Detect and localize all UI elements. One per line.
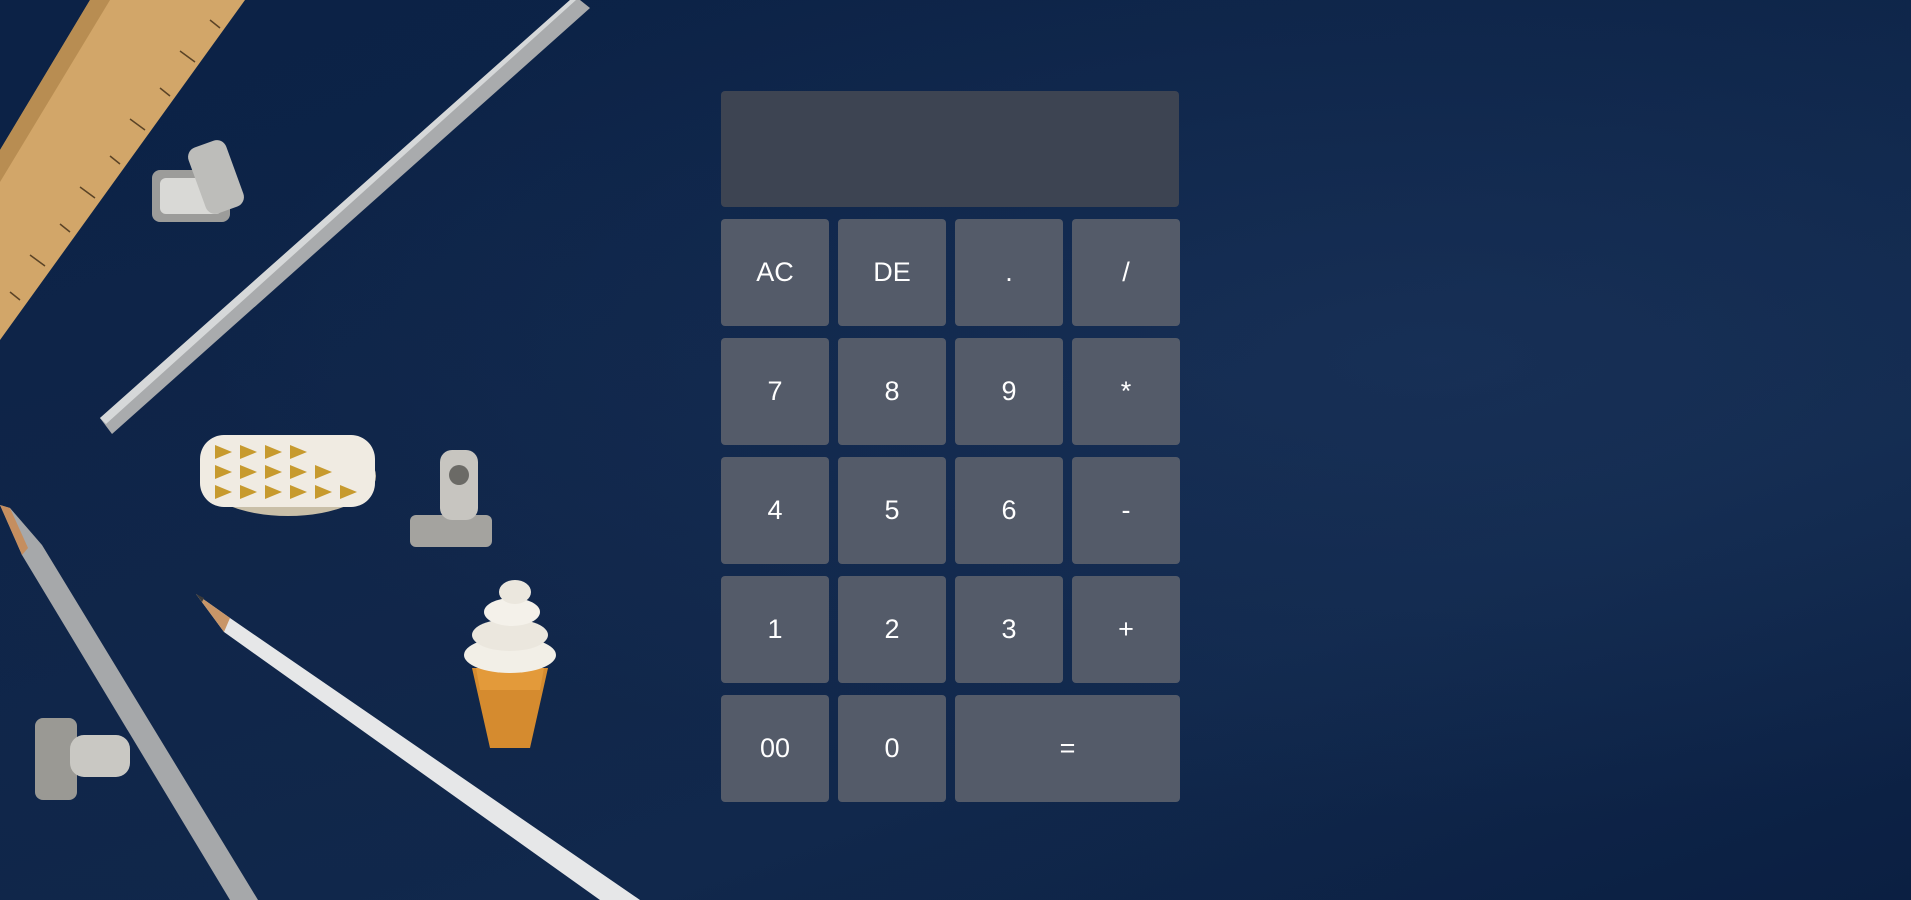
digit-1-button[interactable]: 1 [721,576,829,683]
digit-8-button[interactable]: 8 [838,338,946,445]
decimal-point-button[interactable]: . [955,219,1063,326]
equals-button[interactable]: = [955,695,1180,802]
digit-9-button[interactable]: 9 [955,338,1063,445]
digit-7-button[interactable]: 7 [721,338,829,445]
digit-5-button[interactable]: 5 [838,457,946,564]
binder-clip-decoration [35,718,130,800]
double-zero-button[interactable]: 00 [721,695,829,802]
pencil-decoration [0,505,258,900]
calculator: AC DE . / 7 8 9 * 4 5 6 - 1 2 3 + 00 0 = [721,91,1180,802]
subtract-button[interactable]: - [1072,457,1180,564]
all-clear-button[interactable]: AC [721,219,829,326]
calculator-display [721,91,1179,207]
digit-6-button[interactable]: 6 [955,457,1063,564]
delete-button[interactable]: DE [838,219,946,326]
digit-2-button[interactable]: 2 [838,576,946,683]
washi-tape-decoration [200,435,376,516]
digit-4-button[interactable]: 4 [721,457,829,564]
ice-cream-decoration [464,580,556,748]
digit-0-button[interactable]: 0 [838,695,946,802]
binder-clip-decoration [152,140,244,222]
pencil-decoration [196,594,640,900]
calculator-keypad: AC DE . / 7 8 9 * 4 5 6 - 1 2 3 + 00 0 = [721,219,1180,802]
divide-button[interactable]: / [1072,219,1180,326]
digit-3-button[interactable]: 3 [955,576,1063,683]
binder-clip-decoration [410,450,492,547]
multiply-button[interactable]: * [1072,338,1180,445]
add-button[interactable]: + [1072,576,1180,683]
